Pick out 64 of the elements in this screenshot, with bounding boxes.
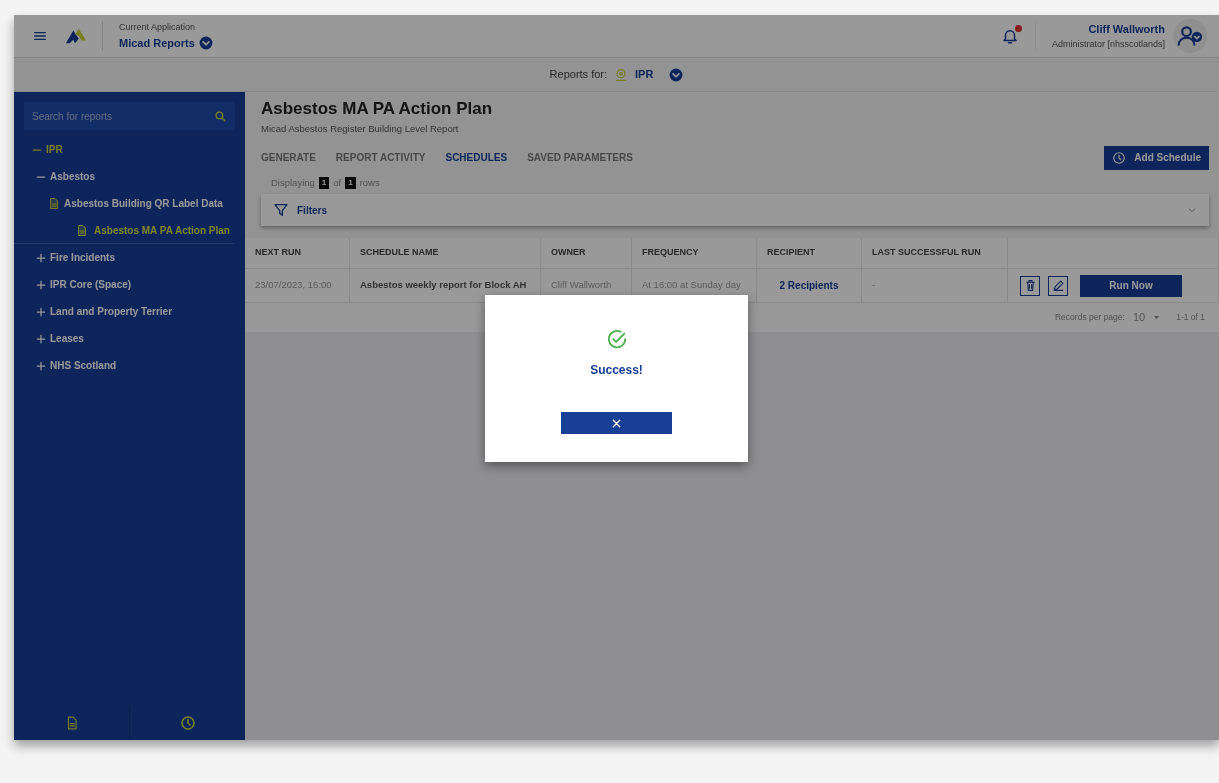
tab[interactable]: SCHEDULES xyxy=(445,150,508,166)
success-message: Success! xyxy=(590,362,643,379)
plus-icon[interactable] xyxy=(36,333,46,344)
tree-item[interactable]: Land and Property Terrier xyxy=(50,304,173,319)
column-header: RECIPIENT xyxy=(757,238,862,268)
tab[interactable]: GENERATE xyxy=(261,150,316,166)
tree-item[interactable]: Asbestos xyxy=(50,169,95,184)
page-title: Asbestos MA PA Action Plan xyxy=(261,98,494,120)
table-cell: - xyxy=(862,269,1008,302)
plus-icon[interactable] xyxy=(36,279,46,290)
delete-button[interactable] xyxy=(1020,275,1040,296)
page-subtitle: Micad Asbestos Register Building Level Report xyxy=(261,121,460,136)
plus-icon[interactable] xyxy=(36,306,46,317)
column-header: LAST SUCCESSFUL RUN xyxy=(862,238,1008,268)
user-avatar[interactable] xyxy=(1173,19,1207,53)
page-range: 1-1 of 1 xyxy=(1176,311,1205,324)
tree-item[interactable]: Leases xyxy=(50,331,84,346)
column-header: OWNER xyxy=(541,238,632,268)
user-role: Administrator [nhsscotlands] xyxy=(1051,37,1165,51)
tree-item[interactable]: IPR xyxy=(46,142,63,157)
bell-icon[interactable] xyxy=(1000,27,1019,45)
row-count: 1 xyxy=(318,176,330,189)
plus-icon[interactable] xyxy=(36,360,46,371)
tree-item[interactable]: Asbestos MA PA Action Plan xyxy=(92,222,230,238)
clock-icon xyxy=(1112,150,1127,165)
trash-icon xyxy=(1023,279,1037,292)
column-header: FREQUENCY xyxy=(632,238,757,268)
search-icon[interactable] xyxy=(214,109,227,123)
plus-icon[interactable] xyxy=(36,252,46,263)
pencil-icon xyxy=(1051,279,1065,292)
clock-icon[interactable] xyxy=(179,715,196,731)
tree-item[interactable]: IPR Core (Space) xyxy=(50,277,132,292)
reports-for-label: Reports for: xyxy=(549,67,608,83)
row-count: 1 xyxy=(345,176,356,189)
filter-icon xyxy=(273,202,289,218)
table-cell[interactable]: 2 Recipients xyxy=(757,269,862,302)
tree-item[interactable]: Asbestos Building QR Label Data xyxy=(64,196,223,211)
caret-down-icon xyxy=(1153,314,1161,321)
column-header: SCHEDULE NAME xyxy=(350,238,541,268)
column-header: NEXT RUN xyxy=(245,238,350,268)
page-size-select[interactable]: 10 xyxy=(1132,309,1161,326)
check-circle-icon xyxy=(605,329,628,351)
displaying-label: of xyxy=(333,175,342,190)
app-label: Current Application xyxy=(119,21,197,34)
filters-label: Filters xyxy=(297,203,327,218)
tab[interactable]: SAVED PARAMETERS xyxy=(527,150,633,166)
table-cell: 23/07/2023, 16:00 xyxy=(245,269,350,302)
close-icon xyxy=(611,417,622,429)
user-name: Cliff Wallworth xyxy=(1087,22,1165,37)
displaying-label: Displaying xyxy=(271,175,315,190)
edit-button[interactable] xyxy=(1048,275,1068,296)
search-field[interactable]: Search for reports xyxy=(24,102,235,130)
tree-item[interactable]: NHS Scotland xyxy=(50,358,117,373)
app-name: Micad Reports xyxy=(119,35,195,51)
filters-bar[interactable]: Filters xyxy=(261,194,1209,226)
records-per-page-label: Records per page: xyxy=(1055,311,1125,324)
chevron-down-icon[interactable] xyxy=(198,35,213,50)
chevron-down-icon[interactable] xyxy=(669,67,684,82)
run-now-button[interactable]: Run Now xyxy=(1080,274,1182,297)
add-schedule-button[interactable]: Add Schedule xyxy=(1104,145,1209,170)
reports-for-value[interactable]: IPR xyxy=(635,66,654,83)
displaying-label: rows xyxy=(359,175,380,190)
tab[interactable]: REPORT ACTIVITY xyxy=(335,150,426,166)
tree-item[interactable]: Fire Incidents xyxy=(50,250,115,265)
